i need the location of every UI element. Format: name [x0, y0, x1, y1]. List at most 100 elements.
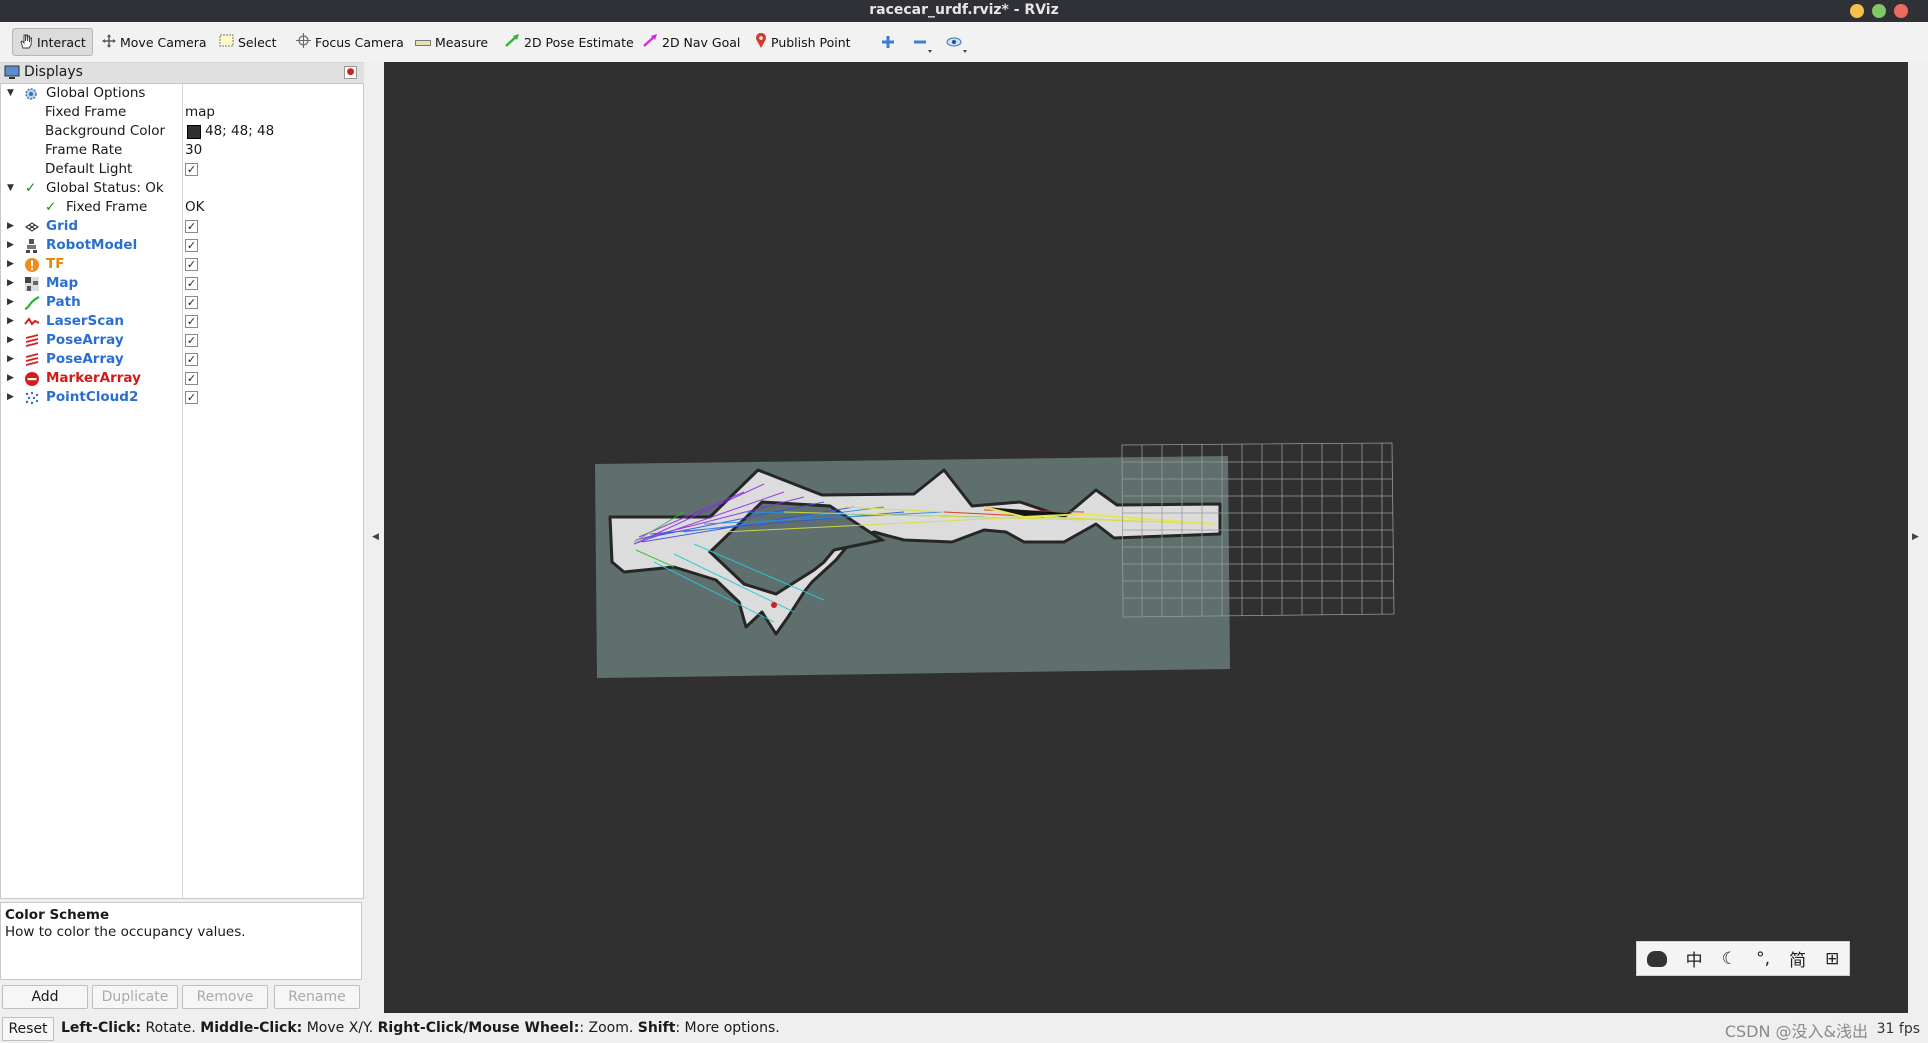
tf-checkbox[interactable]: ✓: [185, 258, 198, 271]
csdn-watermark: CSDN @没入&浅出: [1724, 1022, 1868, 1041]
tree-row-status-fixed-frame[interactable]: ✓ Fixed Frame OK: [1, 198, 361, 217]
maximize-button[interactable]: [1872, 4, 1886, 18]
publish-point-label: Publish Point: [771, 34, 851, 50]
move-camera-tool[interactable]: Move Camera: [102, 30, 207, 54]
laserscan-label: LaserScan: [46, 313, 125, 329]
collapse-arrow-icon[interactable]: ▶: [7, 388, 14, 407]
add-tool-button[interactable]: [880, 34, 898, 52]
right-splitter[interactable]: ▶: [1908, 62, 1928, 1013]
focus-camera-label: Focus Camera: [315, 34, 404, 50]
collapse-arrow-icon[interactable]: ▶: [7, 331, 14, 350]
grid-menu-icon[interactable]: ⊞: [1825, 949, 1839, 969]
posearray-label: PoseArray: [46, 332, 124, 348]
frame-rate-label: Frame Rate: [45, 142, 123, 158]
markerarray-label: MarkerArray: [46, 370, 141, 386]
collapse-arrow-icon[interactable]: ▶: [7, 217, 14, 236]
collapse-arrow-icon[interactable]: ▶: [7, 350, 14, 369]
tree-row-background-color[interactable]: Background Color 48; 48; 48: [1, 122, 361, 141]
tree-row-laserscan[interactable]: ▶ LaserScan ✓: [1, 312, 361, 331]
ime-logo-icon[interactable]: [1646, 950, 1667, 967]
tree-row-fixed-frame[interactable]: Fixed Frame map: [1, 103, 361, 122]
ime-punctuation-toggle[interactable]: °,: [1756, 949, 1770, 969]
minimize-button[interactable]: [1850, 4, 1864, 18]
robotmodel-label: RobotModel: [46, 237, 138, 253]
color-swatch[interactable]: [187, 125, 201, 139]
collapse-right-icon[interactable]: ▶: [1912, 532, 1919, 542]
hint-right-click: Right-Click/Mouse Wheel:: [377, 1020, 580, 1036]
tree-row-pointcloud2[interactable]: ▶ PointCloud2 ✓: [1, 388, 361, 407]
status-fixed-frame-value: OK: [185, 199, 205, 215]
background-color-value[interactable]: 48; 48; 48: [205, 122, 274, 141]
view-tool-button[interactable]: [946, 34, 967, 53]
fixed-frame-value[interactable]: map: [185, 103, 215, 122]
frame-rate-value[interactable]: 30: [185, 141, 202, 160]
robot-marker: [771, 602, 777, 608]
background-color-label: Background Color: [45, 123, 166, 139]
warning-icon: [25, 258, 39, 272]
expand-arrow-icon[interactable]: ▼: [7, 84, 14, 103]
add-display-button[interactable]: Add: [2, 985, 88, 1009]
ime-chinese-toggle[interactable]: 中: [1686, 946, 1703, 971]
collapse-left-icon[interactable]: ◀: [372, 532, 379, 542]
rename-display-button[interactable]: Rename: [274, 985, 360, 1009]
select-tool[interactable]: Select: [219, 30, 277, 54]
render-viewport[interactable]: [384, 62, 1908, 1013]
interact-tool[interactable]: Interact: [12, 28, 93, 56]
moon-icon[interactable]: ☾: [1722, 949, 1737, 969]
tree-row-posearray-1[interactable]: ▶ PoseArray ✓: [1, 331, 361, 350]
tree-row-grid[interactable]: ▶ Grid ✓: [1, 217, 361, 236]
posearray-checkbox[interactable]: ✓: [185, 353, 198, 366]
tree-row-global-status[interactable]: ▼ ✓ Global Status: Ok: [1, 179, 361, 198]
focus-camera-tool[interactable]: Focus Camera: [296, 30, 404, 54]
window-title: racecar_urdf.rviz* - RViz: [869, 2, 1059, 18]
close-panel-button[interactable]: ●: [344, 66, 357, 79]
duplicate-display-button[interactable]: Duplicate: [92, 985, 178, 1009]
check-icon: ✓: [25, 180, 37, 196]
monitor-icon: [4, 65, 20, 79]
markerarray-checkbox[interactable]: ✓: [185, 372, 198, 385]
expand-arrow-icon[interactable]: ▼: [7, 179, 14, 198]
gear-icon: [25, 88, 37, 100]
left-splitter[interactable]: ◀: [364, 62, 384, 1013]
robotmodel-checkbox[interactable]: ✓: [185, 239, 198, 252]
tree-row-default-light[interactable]: Default Light ✓: [1, 160, 361, 179]
reset-button[interactable]: Reset: [2, 1017, 54, 1041]
grid-checkbox[interactable]: ✓: [185, 220, 198, 233]
collapse-arrow-icon[interactable]: ▶: [7, 255, 14, 274]
tree-row-frame-rate[interactable]: Frame Rate 30: [1, 141, 361, 160]
tree-row-global-options[interactable]: ▼ Global Options: [1, 84, 361, 103]
select-box-icon: [219, 34, 234, 50]
laserscan-checkbox[interactable]: ✓: [185, 315, 198, 328]
tree-row-map[interactable]: ▶ Map ✓: [1, 274, 361, 293]
collapse-arrow-icon[interactable]: ▶: [7, 274, 14, 293]
map-icon: [25, 277, 39, 291]
collapse-arrow-icon[interactable]: ▶: [7, 236, 14, 255]
tree-row-posearray-2[interactable]: ▶ PoseArray ✓: [1, 350, 361, 369]
pose-estimate-tool[interactable]: 2D Pose Estimate: [505, 30, 634, 54]
remove-tool-button[interactable]: [912, 34, 932, 53]
tree-row-path[interactable]: ▶ Path ✓: [1, 293, 361, 312]
path-checkbox[interactable]: ✓: [185, 296, 198, 309]
map-label: Map: [46, 275, 79, 291]
tree-row-markerarray[interactable]: ▶ MarkerArray ✓: [1, 369, 361, 388]
publish-point-tool[interactable]: Publish Point: [755, 30, 851, 54]
eye-icon: [946, 37, 967, 53]
map-checkbox[interactable]: ✓: [185, 277, 198, 290]
minus-icon: [914, 40, 932, 53]
nav-goal-tool[interactable]: 2D Nav Goal: [643, 30, 740, 54]
tree-row-robotmodel[interactable]: ▶ RobotModel ✓: [1, 236, 361, 255]
close-button[interactable]: [1894, 4, 1908, 18]
hint-right-click-text: : Zoom.: [579, 1020, 638, 1036]
default-light-checkbox[interactable]: ✓: [185, 163, 198, 176]
collapse-arrow-icon[interactable]: ▶: [7, 293, 14, 312]
pointcloud2-checkbox[interactable]: ✓: [185, 391, 198, 404]
remove-display-button[interactable]: Remove: [182, 985, 268, 1009]
posearray-checkbox[interactable]: ✓: [185, 334, 198, 347]
collapse-arrow-icon[interactable]: ▶: [7, 369, 14, 388]
tree-row-tf[interactable]: ▶ TF ✓: [1, 255, 361, 274]
ime-simplified-toggle[interactable]: 简: [1789, 946, 1806, 971]
global-options-label: Global Options: [46, 85, 146, 101]
collapse-arrow-icon[interactable]: ▶: [7, 312, 14, 331]
description-title: Color Scheme: [5, 907, 110, 923]
measure-tool[interactable]: Measure: [415, 30, 488, 54]
